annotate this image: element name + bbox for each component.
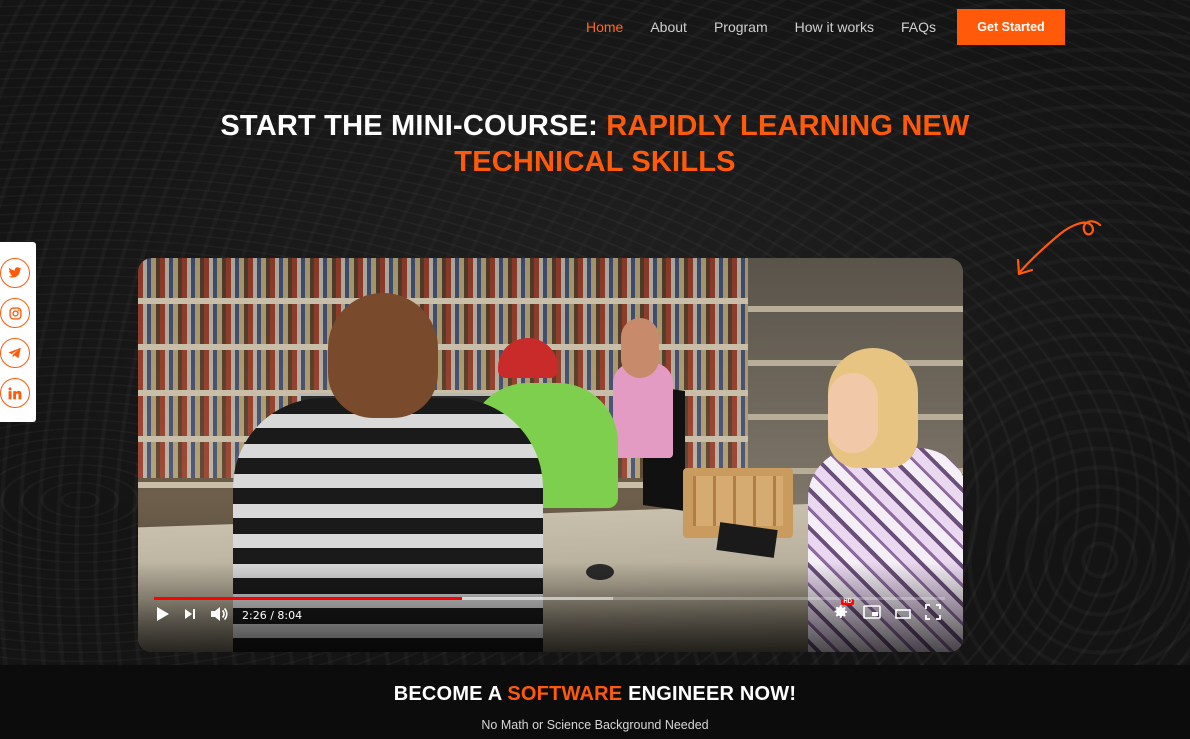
video-controls-left: 2:26 / 8:04 bbox=[156, 606, 302, 625]
miniplayer-icon[interactable] bbox=[863, 605, 881, 624]
social-sidebar bbox=[0, 242, 36, 422]
nav-home[interactable]: Home bbox=[586, 19, 623, 35]
hero-title: START THE MINI-COURSE: RAPIDLY LEARNING … bbox=[0, 108, 1190, 180]
hero-title-orange-1: RAPIDLY LEARNING NEW bbox=[606, 110, 970, 142]
hd-badge: HD bbox=[841, 599, 854, 605]
linkedin-icon[interactable] bbox=[0, 378, 30, 408]
nav-program[interactable]: Program bbox=[714, 19, 768, 35]
theater-mode-icon[interactable] bbox=[895, 606, 911, 624]
cta-heading-pre: BECOME A bbox=[393, 683, 508, 705]
cta-heading-highlight: SOFTWARE bbox=[507, 683, 623, 705]
video-time-display: 2:26 / 8:04 bbox=[242, 609, 303, 622]
video-controls-right: HD bbox=[833, 599, 941, 625]
next-icon[interactable] bbox=[184, 608, 196, 623]
nav-faqs[interactable]: FAQs bbox=[901, 19, 936, 35]
main-nav: Home About Program How it works FAQs Get… bbox=[586, 9, 1065, 45]
telegram-icon[interactable] bbox=[0, 338, 30, 368]
cta-heading: BECOME A SOFTWARE ENGINEER NOW! bbox=[0, 683, 1190, 706]
cta-section: BECOME A SOFTWARE ENGINEER NOW! No Math … bbox=[0, 665, 1190, 739]
nav-about[interactable]: About bbox=[650, 19, 687, 35]
fullscreen-icon[interactable] bbox=[925, 604, 941, 625]
cta-heading-post: ENGINEER NOW! bbox=[622, 683, 797, 705]
curly-arrow-icon bbox=[1016, 220, 1102, 276]
twitter-icon[interactable] bbox=[0, 258, 30, 288]
video-played-bar bbox=[154, 597, 463, 600]
play-icon[interactable] bbox=[156, 606, 170, 625]
cta-subtext: No Math or Science Background Needed bbox=[481, 718, 709, 732]
volume-icon[interactable] bbox=[210, 606, 228, 625]
nav-how-it-works[interactable]: How it works bbox=[795, 19, 874, 35]
video-player[interactable]: 2:26 / 8:04 HD bbox=[138, 258, 963, 652]
video-progress-bar[interactable] bbox=[154, 597, 945, 600]
hero-title-white: START THE MINI-COURSE: bbox=[220, 110, 607, 142]
get-started-button[interactable]: Get Started bbox=[957, 9, 1065, 45]
instagram-icon[interactable] bbox=[0, 298, 30, 328]
hero-title-orange-2: TECHNICAL SKILLS bbox=[454, 146, 736, 178]
settings-icon[interactable]: HD bbox=[833, 599, 854, 625]
